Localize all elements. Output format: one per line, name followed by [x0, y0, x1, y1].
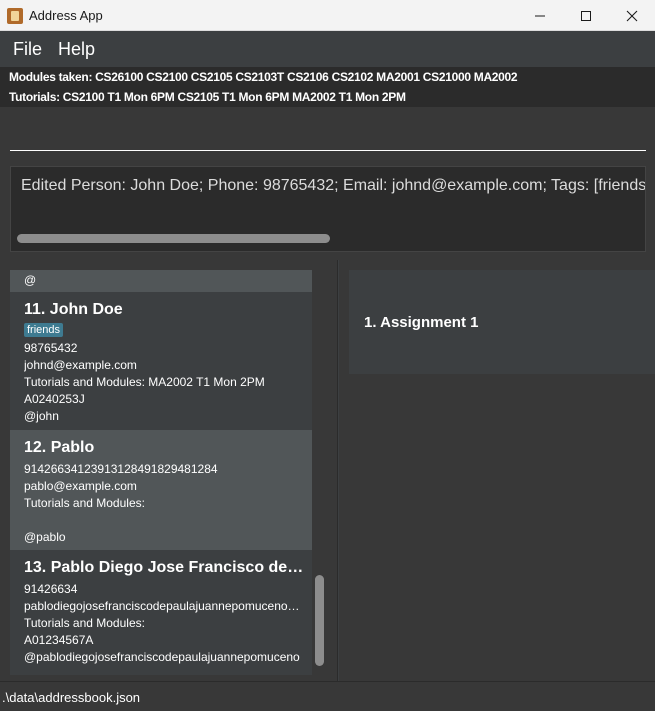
person-tutorials: Tutorials and Modules:	[24, 616, 145, 630]
person-card-11[interactable]: 11. John Doe friends 98765432 johnd@exam…	[10, 292, 312, 430]
result-display-area: Edited Person: John Doe; Phone: 98765432…	[0, 159, 655, 260]
person-telegram: @pablo	[24, 530, 66, 544]
command-box	[0, 107, 655, 159]
person-phone: 98765432	[24, 341, 78, 355]
person-telegram: @john	[24, 409, 59, 423]
person-email: pablo@example.com	[24, 479, 137, 493]
close-button[interactable]	[609, 0, 655, 31]
person-student-id: A0240253J	[24, 392, 85, 406]
assignment-label: 1. Assignment 1	[364, 314, 479, 331]
close-icon	[626, 10, 638, 21]
person-list[interactable]: @ 11. John Doe friends 98765432 johnd@ex…	[10, 270, 312, 675]
minimize-icon	[535, 15, 545, 16]
person-email: johnd@example.com	[24, 358, 137, 372]
person-student-id: A01234567A	[24, 633, 94, 647]
app-icon	[7, 8, 23, 24]
person-email: pablodiegojosefranciscodepaulajuannepomu…	[24, 599, 306, 613]
menu-help[interactable]: Help	[58, 39, 95, 60]
status-bar: .\data\addressbook.json	[0, 681, 655, 711]
assignment-card[interactable]: 1. Assignment 1	[349, 270, 655, 374]
person-tag: friends	[24, 323, 64, 337]
person-card-13[interactable]: 13. Pablo Diego Jose Francisco de Paula …	[10, 550, 312, 675]
command-input[interactable]	[10, 115, 646, 151]
result-text: Edited Person: John Doe; Phone: 98765432…	[21, 177, 646, 194]
result-horizontal-scrollbar[interactable]	[17, 234, 330, 243]
modules-taken-label: Modules taken: CS26100 CS2100 CS2105 CS2…	[0, 67, 655, 87]
person-name: 13. Pablo Diego Jose Francisco de Paula …	[24, 559, 306, 576]
window-title: Address App	[29, 8, 103, 23]
result-display: Edited Person: John Doe; Phone: 98765432…	[10, 166, 646, 252]
person-tutorials: Tutorials and Modules:	[24, 496, 145, 510]
person-name: 11. John Doe	[24, 301, 123, 318]
person-telegram: @pablodiegojosefranciscodepaulajuannepom…	[24, 650, 300, 664]
person-telegram: @	[24, 273, 37, 287]
person-phone: 91426634123913128491829481284	[24, 462, 218, 476]
person-list-panel: @ 11. John Doe friends 98765432 johnd@ex…	[0, 260, 338, 681]
tutorials-label: Tutorials: CS2100 T1 Mon 6PM CS2105 T1 M…	[0, 87, 655, 107]
person-phone: 91426634	[24, 582, 78, 596]
menu-bar: File Help	[0, 31, 655, 67]
save-location: .\data\addressbook.json	[2, 690, 141, 705]
maximize-button[interactable]	[563, 0, 609, 31]
list-item[interactable]: @	[10, 270, 312, 292]
person-name: 12. Pablo	[24, 439, 95, 456]
person-student-id	[24, 512, 306, 529]
assignment-panel: 1. Assignment 1	[339, 260, 655, 681]
person-card-12[interactable]: 12. Pablo 91426634123913128491829481284 …	[10, 430, 312, 550]
title-bar: Address App	[0, 0, 655, 31]
menu-file[interactable]: File	[13, 39, 42, 60]
person-tutorials: Tutorials and Modules: MA2002 T1 Mon 2PM	[24, 375, 265, 389]
person-list-vertical-scrollbar[interactable]	[315, 575, 324, 666]
maximize-icon	[581, 10, 591, 21]
minimize-button[interactable]	[517, 0, 563, 31]
